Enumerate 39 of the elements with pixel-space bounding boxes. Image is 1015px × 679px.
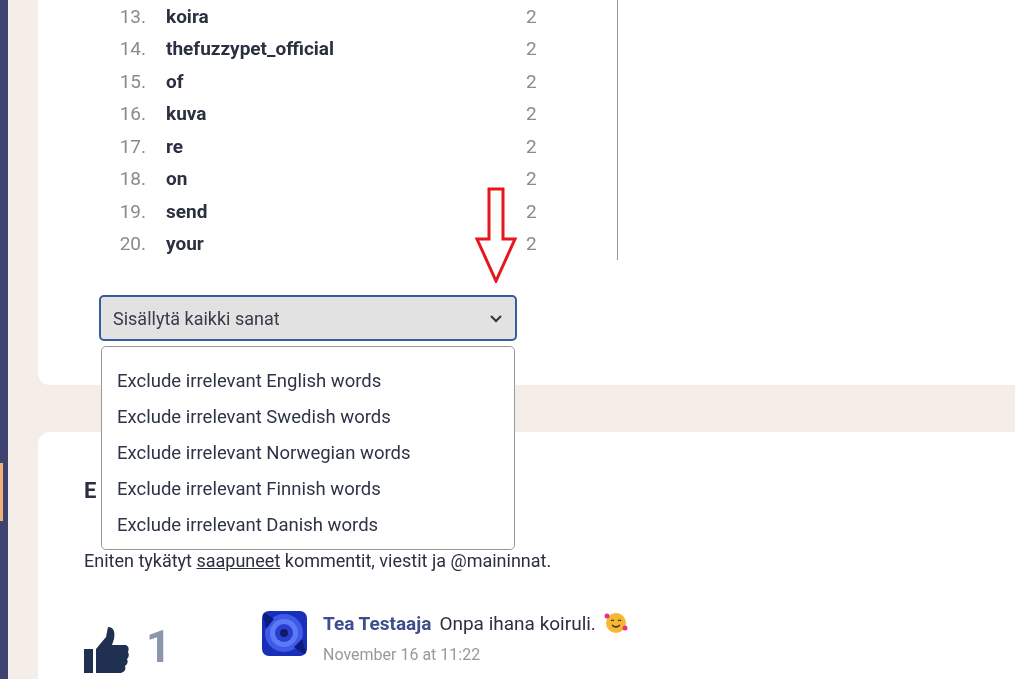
filter-select[interactable]: Sisällytä kaikki sanat (99, 295, 517, 341)
word-text: thefuzzypet_official (166, 37, 335, 61)
rank-number: 16. (118, 102, 146, 126)
word-text: of (166, 69, 185, 93)
comment-text: Onpa ihana koiruli. (439, 611, 596, 635)
like-count: 1 (146, 621, 172, 673)
dropdown-option[interactable]: Exclude irrelevant English words (102, 363, 514, 399)
rank-number: 17. (118, 134, 146, 158)
word-count: 2 (526, 69, 538, 93)
section-description: Eniten tykätyt saapuneet kommentit, viestit ja @maininnat. (84, 550, 552, 571)
section-heading: E (84, 478, 97, 505)
chevron-icon (489, 313, 503, 323)
word-text: kuva (166, 102, 208, 126)
word-count: 2 (526, 167, 538, 191)
word-text: re (166, 134, 185, 158)
thumbs-up-icon (84, 627, 130, 673)
dropdown-option[interactable]: Exclude irrelevant Finnish words (102, 471, 514, 507)
rank-number: 14. (118, 37, 146, 61)
rank-number: 20. (118, 232, 146, 256)
word-text: your (166, 232, 205, 256)
word-text: on (166, 167, 189, 191)
word-count: 2 (526, 37, 538, 61)
word-text: koira (166, 4, 210, 28)
comment-date: November 16 at 11:22 (323, 645, 482, 664)
word-text: send (166, 199, 209, 223)
word-count: 2 (526, 232, 538, 256)
dropdown-option[interactable]: Exclude irrelevant Norwegian words (102, 435, 514, 471)
rank-number: 15. (118, 69, 146, 93)
rank-number: 18. (118, 167, 146, 191)
author-name[interactable]: Tea Testaaja (323, 611, 432, 635)
rank-number: 13. (118, 4, 146, 28)
dropdown-option[interactable]: Exclude irrelevant Swedish words (102, 399, 514, 435)
dropdown-option[interactable]: Exclude irrelevant Danish words (102, 507, 514, 543)
smiling-face-icon (603, 611, 628, 635)
word-count: 2 (526, 102, 538, 126)
word-count: 2 (526, 134, 538, 158)
word-count: 2 (526, 199, 538, 223)
rank-number: 19. (118, 199, 146, 223)
word-count: 2 (526, 4, 538, 28)
